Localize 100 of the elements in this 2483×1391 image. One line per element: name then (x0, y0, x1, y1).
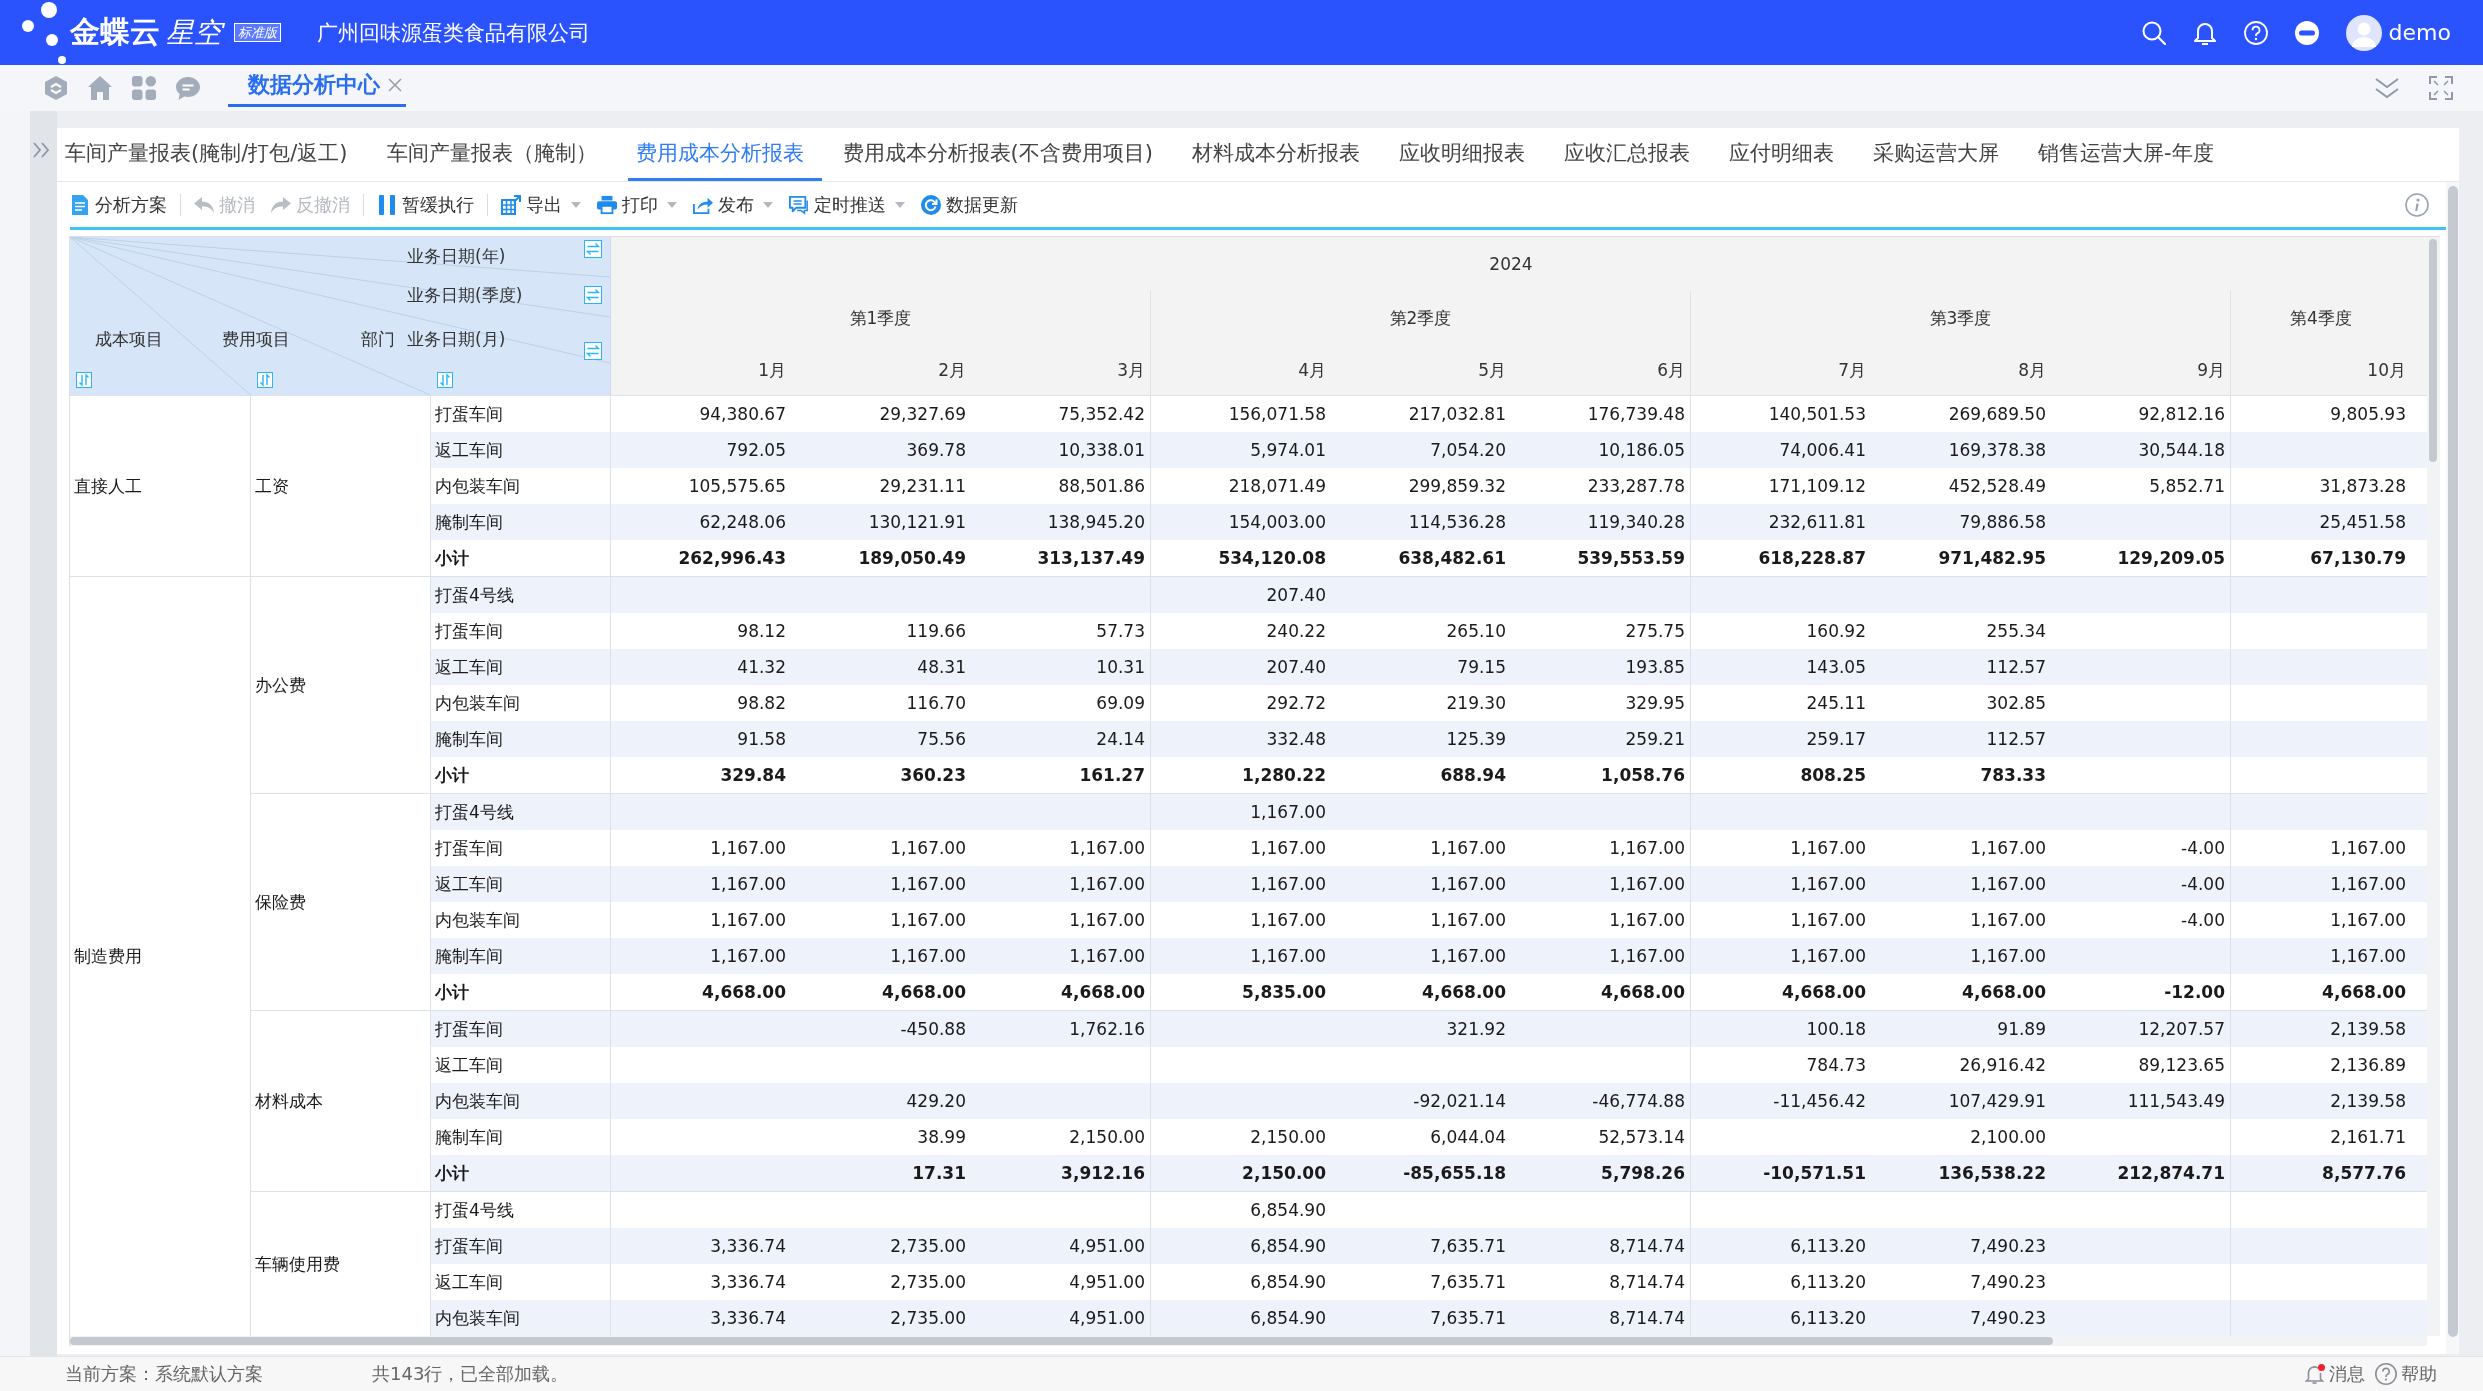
scrollbar-thumb[interactable] (70, 1337, 2053, 1345)
table-cell-text: 1,167.00 (1429, 945, 1507, 968)
table-cell-text: 7,635.71 (1429, 1271, 1507, 1294)
table-cell-text: 1,167.00 (1429, 909, 1507, 932)
table-cell-text: 262,996.43 (677, 547, 787, 570)
table-cell-text: 94,380.67 (698, 403, 787, 426)
status-link[interactable]: 消息 (2305, 1362, 2365, 1386)
toolbar-button[interactable]: 定时推送 (789, 192, 905, 217)
table-cell-text: 638,482.61 (1397, 547, 1507, 570)
page-tab-label: 数据分析中心 (248, 70, 380, 99)
home-icon[interactable] (88, 76, 112, 100)
table-cell: 4,668.00 (1511, 974, 1691, 1010)
toolbar-button[interactable]: 分析方案 (70, 192, 167, 217)
dimension-label: 业务日期(季度) (407, 283, 523, 307)
table-cell-text: -450.88 (899, 1018, 967, 1041)
toolbar-button[interactable]: 导出 (501, 192, 581, 217)
table-cell-text: 618,228.87 (1757, 547, 1867, 570)
table-cell-text: 1,167.00 (1429, 837, 1507, 860)
sort-icon[interactable] (76, 371, 92, 388)
toolbar-button[interactable]: 数据更新 (921, 192, 1018, 217)
table-cell-text: 2,136.89 (2329, 1054, 2407, 1077)
toolbar-button[interactable]: 打印 (597, 192, 677, 217)
apps-grid-icon[interactable] (132, 76, 156, 100)
table-cell-text: 808.25 (1799, 764, 1867, 787)
status-link[interactable]: 帮助 (2375, 1362, 2437, 1386)
report-tab[interactable]: 应收明细报表 (1390, 128, 1543, 181)
sort-icon[interactable] (257, 371, 273, 388)
sort-icon[interactable] (437, 371, 453, 388)
table-cell-text: 105,575.65 (687, 475, 787, 498)
table-cell-text: 156,071.58 (1227, 403, 1327, 426)
fullscreen-icon[interactable] (2429, 76, 2453, 100)
scrollbar-thumb[interactable] (2429, 239, 2437, 462)
table-cell-text: 6,113.20 (1789, 1271, 1867, 1294)
table-cell: 5,798.26 (1511, 1155, 1691, 1191)
report-tab[interactable]: 采购运营大屏 (1864, 128, 2017, 181)
table-cell: 313,137.49 (971, 540, 1151, 576)
table-cell-text: 1,167.00 (1789, 909, 1867, 932)
table-cell-text: 29,231.11 (878, 475, 967, 498)
table-cell-text: 369.78 (905, 439, 967, 462)
table-cell-text: 265.10 (1445, 620, 1507, 643)
table-cell-text: 792.05 (725, 439, 787, 462)
search-icon[interactable] (2141, 20, 2166, 45)
report-tab[interactable]: 车间产量报表(腌制/打包/返工) (57, 128, 366, 181)
swap-icon[interactable] (584, 342, 602, 360)
table-cell-text: 784.73 (1805, 1054, 1867, 1077)
table-cell-text: 4,668.00 (1961, 981, 2047, 1004)
report-tab[interactable]: 材料成本分析报表 (1183, 128, 1378, 181)
toolbar-button[interactable]: 发布 (693, 192, 773, 217)
report-tab[interactable]: 销售运营大屏-年度 (2029, 128, 2232, 181)
close-icon[interactable] (388, 77, 402, 92)
minus-circle-icon[interactable] (2294, 20, 2319, 45)
table-cell-text: 136,538.22 (1937, 1162, 2047, 1185)
row-header: 材料成本 (255, 1089, 323, 1113)
scrollbar-thumb[interactable] (2448, 186, 2458, 1337)
chat-bubble-icon[interactable] (176, 76, 200, 100)
row-header: 制造费用 (74, 945, 142, 968)
page-tab[interactable]: 数据分析中心 (228, 65, 406, 107)
swap-icon[interactable] (584, 240, 602, 258)
table-cell-text: 189,050.49 (857, 547, 967, 570)
table-cell-text: 100.18 (1805, 1018, 1867, 1041)
toolbar-button[interactable]: 暂缓执行 (377, 192, 474, 217)
report-tab[interactable]: 车间产量报表（腌制） (378, 128, 615, 181)
table-cell: 129,209.05 (2051, 540, 2231, 576)
swap-icon[interactable] (584, 286, 602, 304)
table-cell-text: 116.70 (905, 692, 967, 715)
table-cell-text: 107,429.91 (1947, 1090, 2047, 1113)
help-icon[interactable] (2243, 20, 2268, 45)
table-cell-text: 4,668.00 (1421, 981, 1507, 1004)
company-name: 广州回味源蛋类食品有限公司 (317, 19, 590, 47)
row-header: 直接人工 (74, 474, 142, 498)
table-cell-text: 143.05 (1805, 656, 1867, 679)
table-cell-text: 1,167.00 (1789, 837, 1867, 860)
department-cell: 小计 (431, 757, 611, 793)
notification-bell-icon[interactable] (2192, 20, 2217, 45)
report-tab[interactable]: 费用成本分析报表(不含费用项目) (834, 128, 1171, 181)
table-cell-text: 2,735.00 (889, 1307, 967, 1330)
report-tab[interactable]: 应收汇总报表 (1555, 128, 1708, 181)
hexagon-icon[interactable] (44, 76, 68, 100)
table-cell-text: 1,167.00 (1969, 837, 2047, 860)
table-cell-text: 171,109.12 (1767, 475, 1867, 498)
double-chevron-right-icon[interactable] (33, 142, 49, 158)
table-cell-text: 1,167.00 (889, 837, 967, 860)
table-cell-text: 26,916.42 (1958, 1054, 2047, 1077)
table-cell-text: 1,167.00 (1789, 945, 1867, 968)
double-chevron-down-icon[interactable] (2375, 76, 2399, 100)
status-text: 当前方案：系统默认方案 (65, 1362, 263, 1386)
user-menu-button[interactable]: demo (2345, 14, 2451, 51)
row-header: 工资 (255, 474, 289, 498)
table-cell-text: 1,167.00 (889, 945, 967, 968)
report-tab[interactable]: 费用成本分析报表 (627, 128, 822, 181)
table-cell-text: 75.56 (916, 728, 967, 751)
table-cell-text: 1,167.00 (709, 837, 787, 860)
table-cell-text: 6,854.90 (1249, 1307, 1327, 1330)
table-cell-text: 7,635.71 (1429, 1307, 1507, 1330)
row-header: 车辆使用费 (255, 1252, 340, 1276)
table-cell-text: 269,689.50 (1947, 403, 2047, 426)
table-cell-text: 2,100.00 (1969, 1126, 2047, 1149)
document-icon (70, 194, 90, 215)
info-icon[interactable] (2405, 192, 2429, 217)
report-tab[interactable]: 应付明细表 (1720, 128, 1852, 181)
